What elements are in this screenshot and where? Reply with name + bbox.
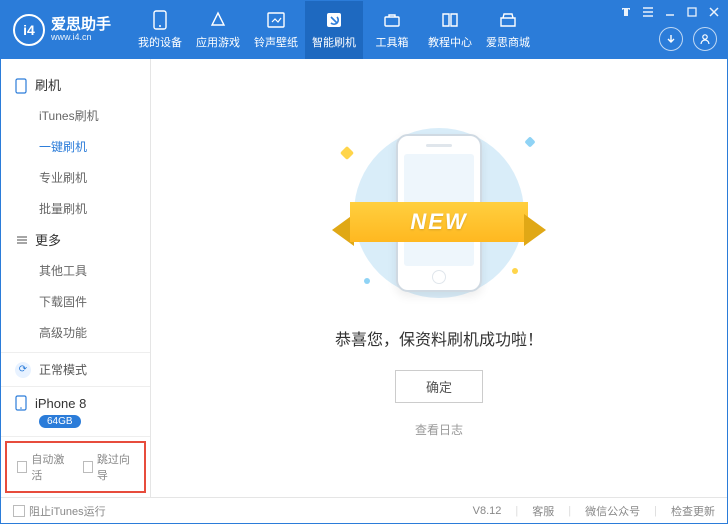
sidebar-item-advanced[interactable]: 高级功能 [1, 317, 150, 348]
device-info[interactable]: iPhone 8 64GB [1, 387, 150, 437]
sidebar-item-itunes[interactable]: iTunes刷机 [1, 100, 150, 131]
success-message: 恭喜您，保资料刷机成功啦！ [335, 326, 543, 350]
more-icon [15, 233, 29, 247]
device-mode[interactable]: ⟳ 正常模式 [1, 353, 150, 387]
sidebar-item-pro[interactable]: 专业刷机 [1, 162, 150, 193]
book-icon [440, 10, 460, 30]
minimize-icon[interactable] [663, 5, 677, 19]
store-icon [498, 10, 518, 30]
nav-apps[interactable]: 应用游戏 [189, 1, 247, 59]
nav-ringtone[interactable]: 铃声壁纸 [247, 1, 305, 59]
sidebar: 刷机 iTunes刷机 一键刷机 专业刷机 批量刷机 更多 其他工具 下载固件 … [1, 59, 151, 497]
skin-icon[interactable] [619, 5, 633, 19]
apps-icon [208, 10, 228, 30]
sidebar-item-other[interactable]: 其他工具 [1, 255, 150, 286]
phone-icon [150, 10, 170, 30]
menu-icon[interactable] [641, 5, 655, 19]
refresh-icon: ⟳ [15, 362, 31, 378]
footer-link-update[interactable]: 检查更新 [671, 503, 715, 519]
footer-link-support[interactable]: 客服 [532, 503, 554, 519]
main-panel: NEW 恭喜您，保资料刷机成功啦！ 确定 查看日志 [151, 59, 727, 497]
storage-badge: 64GB [39, 415, 81, 428]
close-icon[interactable] [707, 5, 721, 19]
brand-logo: i4 爱思助手 www.i4.cn [1, 14, 123, 46]
app-header: i4 爱思助手 www.i4.cn 我的设备 应用游戏 铃声壁纸 智能刷机 [1, 1, 727, 59]
phone-small-icon [15, 395, 27, 411]
checkbox-auto-activate[interactable]: 自动激活 [17, 451, 69, 483]
version-label: V8.12 [473, 505, 502, 517]
brand-url: www.i4.cn [51, 33, 111, 43]
status-bar: 阻止iTunes运行 V8.12 | 客服 | 微信公众号 | 检查更新 [1, 497, 727, 523]
brand-name: 爱思助手 [51, 17, 111, 34]
success-illustration: NEW [324, 118, 554, 308]
sidebar-category-more[interactable]: 更多 [1, 224, 150, 255]
top-nav: 我的设备 应用游戏 铃声壁纸 智能刷机 工具箱 教程中心 [131, 1, 537, 59]
window-controls [619, 5, 721, 19]
device-name: iPhone 8 [35, 396, 86, 411]
sidebar-item-firmware[interactable]: 下载固件 [1, 286, 150, 317]
nav-toolbox[interactable]: 工具箱 [363, 1, 421, 59]
sidebar-item-oneclick[interactable]: 一键刷机 [1, 131, 150, 162]
checkbox-block-itunes[interactable]: 阻止iTunes运行 [13, 503, 106, 519]
options-highlight: 自动激活 跳过向导 [5, 441, 146, 493]
ok-button[interactable]: 确定 [395, 370, 483, 403]
wallpaper-icon [266, 10, 286, 30]
maximize-icon[interactable] [685, 5, 699, 19]
footer-link-wechat[interactable]: 微信公众号 [585, 503, 640, 519]
nav-tutorial[interactable]: 教程中心 [421, 1, 479, 59]
nav-store[interactable]: 爱思商城 [479, 1, 537, 59]
new-ribbon: NEW [350, 202, 528, 242]
nav-my-device[interactable]: 我的设备 [131, 1, 189, 59]
view-log-link[interactable]: 查看日志 [415, 421, 463, 438]
user-icon[interactable] [693, 27, 717, 51]
logo-badge-icon: i4 [13, 14, 45, 46]
toolbox-icon [382, 10, 402, 30]
sidebar-category-flash[interactable]: 刷机 [1, 69, 150, 100]
flash-icon [324, 10, 344, 30]
download-icon[interactable] [659, 27, 683, 51]
device-icon [15, 78, 29, 92]
nav-flash[interactable]: 智能刷机 [305, 1, 363, 59]
sidebar-item-batch[interactable]: 批量刷机 [1, 193, 150, 224]
checkbox-skip-guide[interactable]: 跳过向导 [83, 451, 135, 483]
